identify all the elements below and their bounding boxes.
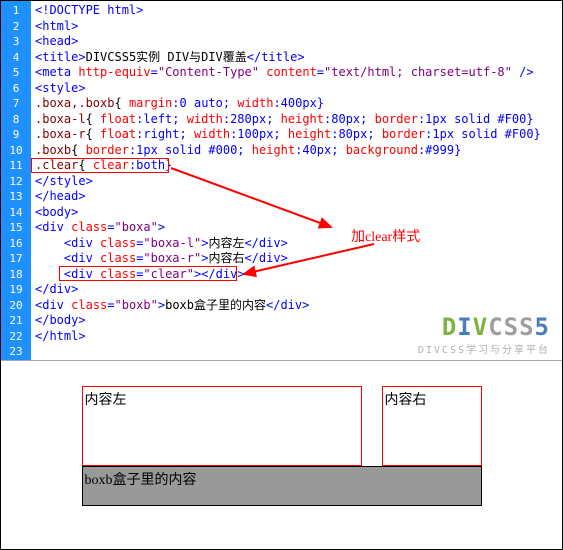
preview-pane: 内容左 内容右 boxb盒子里的内容 [1, 361, 562, 549]
preview-boxb: boxb盒子里的内容 [82, 466, 482, 506]
code-line: </div> [35, 282, 558, 298]
preview-boxa-right: 内容右 [382, 386, 482, 466]
code-line: .boxa-r{ float:right; width:100px; heigh… [35, 127, 558, 143]
line-gutter: 1234567891011121314151617181920212223 [1, 1, 31, 360]
code-area[interactable]: <!DOCTYPE html> <html> <head> <title>DIV… [31, 1, 562, 360]
code-line: <div class="boxa-r">内容右</div> [35, 251, 558, 267]
code-editor: 1234567891011121314151617181920212223 <!… [1, 1, 562, 361]
code-line: .boxa,.boxb{ margin:0 auto; width:400px} [35, 96, 558, 112]
code-line: <meta http-equiv="Content-Type" content=… [35, 65, 558, 81]
code-line: <title>DIVCSS5实例 DIV与DIV覆盖</title> [35, 50, 558, 66]
code-line: <div class="boxa"> [35, 220, 558, 236]
code-line: <body> [35, 205, 558, 221]
code-line: </html> [35, 329, 558, 345]
code-line: </body> [35, 313, 558, 329]
preview-boxa-left: 内容左 [82, 386, 362, 466]
code-line: .boxa-l{ float:left; width:280px; height… [35, 112, 558, 128]
code-line: .boxb{ border:1px solid #000; height:40p… [35, 143, 558, 159]
code-line: <style> [35, 81, 558, 97]
code-line: <html> [35, 19, 558, 35]
code-line: </head> [35, 189, 558, 205]
code-line: <head> [35, 34, 558, 50]
preview-boxa: 内容左 内容右 [82, 386, 482, 466]
code-line: <!DOCTYPE html> [35, 3, 558, 19]
code-line: <div class="boxb">boxb盒子里的内容</div> [35, 298, 558, 314]
code-line: .clear{ clear:both} [35, 158, 558, 174]
code-line: <div class="boxa-l">内容左</div> [35, 236, 558, 252]
code-line: </style> [35, 174, 558, 190]
annotation-label: 加clear样式 [351, 226, 420, 246]
code-line: <div class="clear"></div> [35, 267, 558, 283]
